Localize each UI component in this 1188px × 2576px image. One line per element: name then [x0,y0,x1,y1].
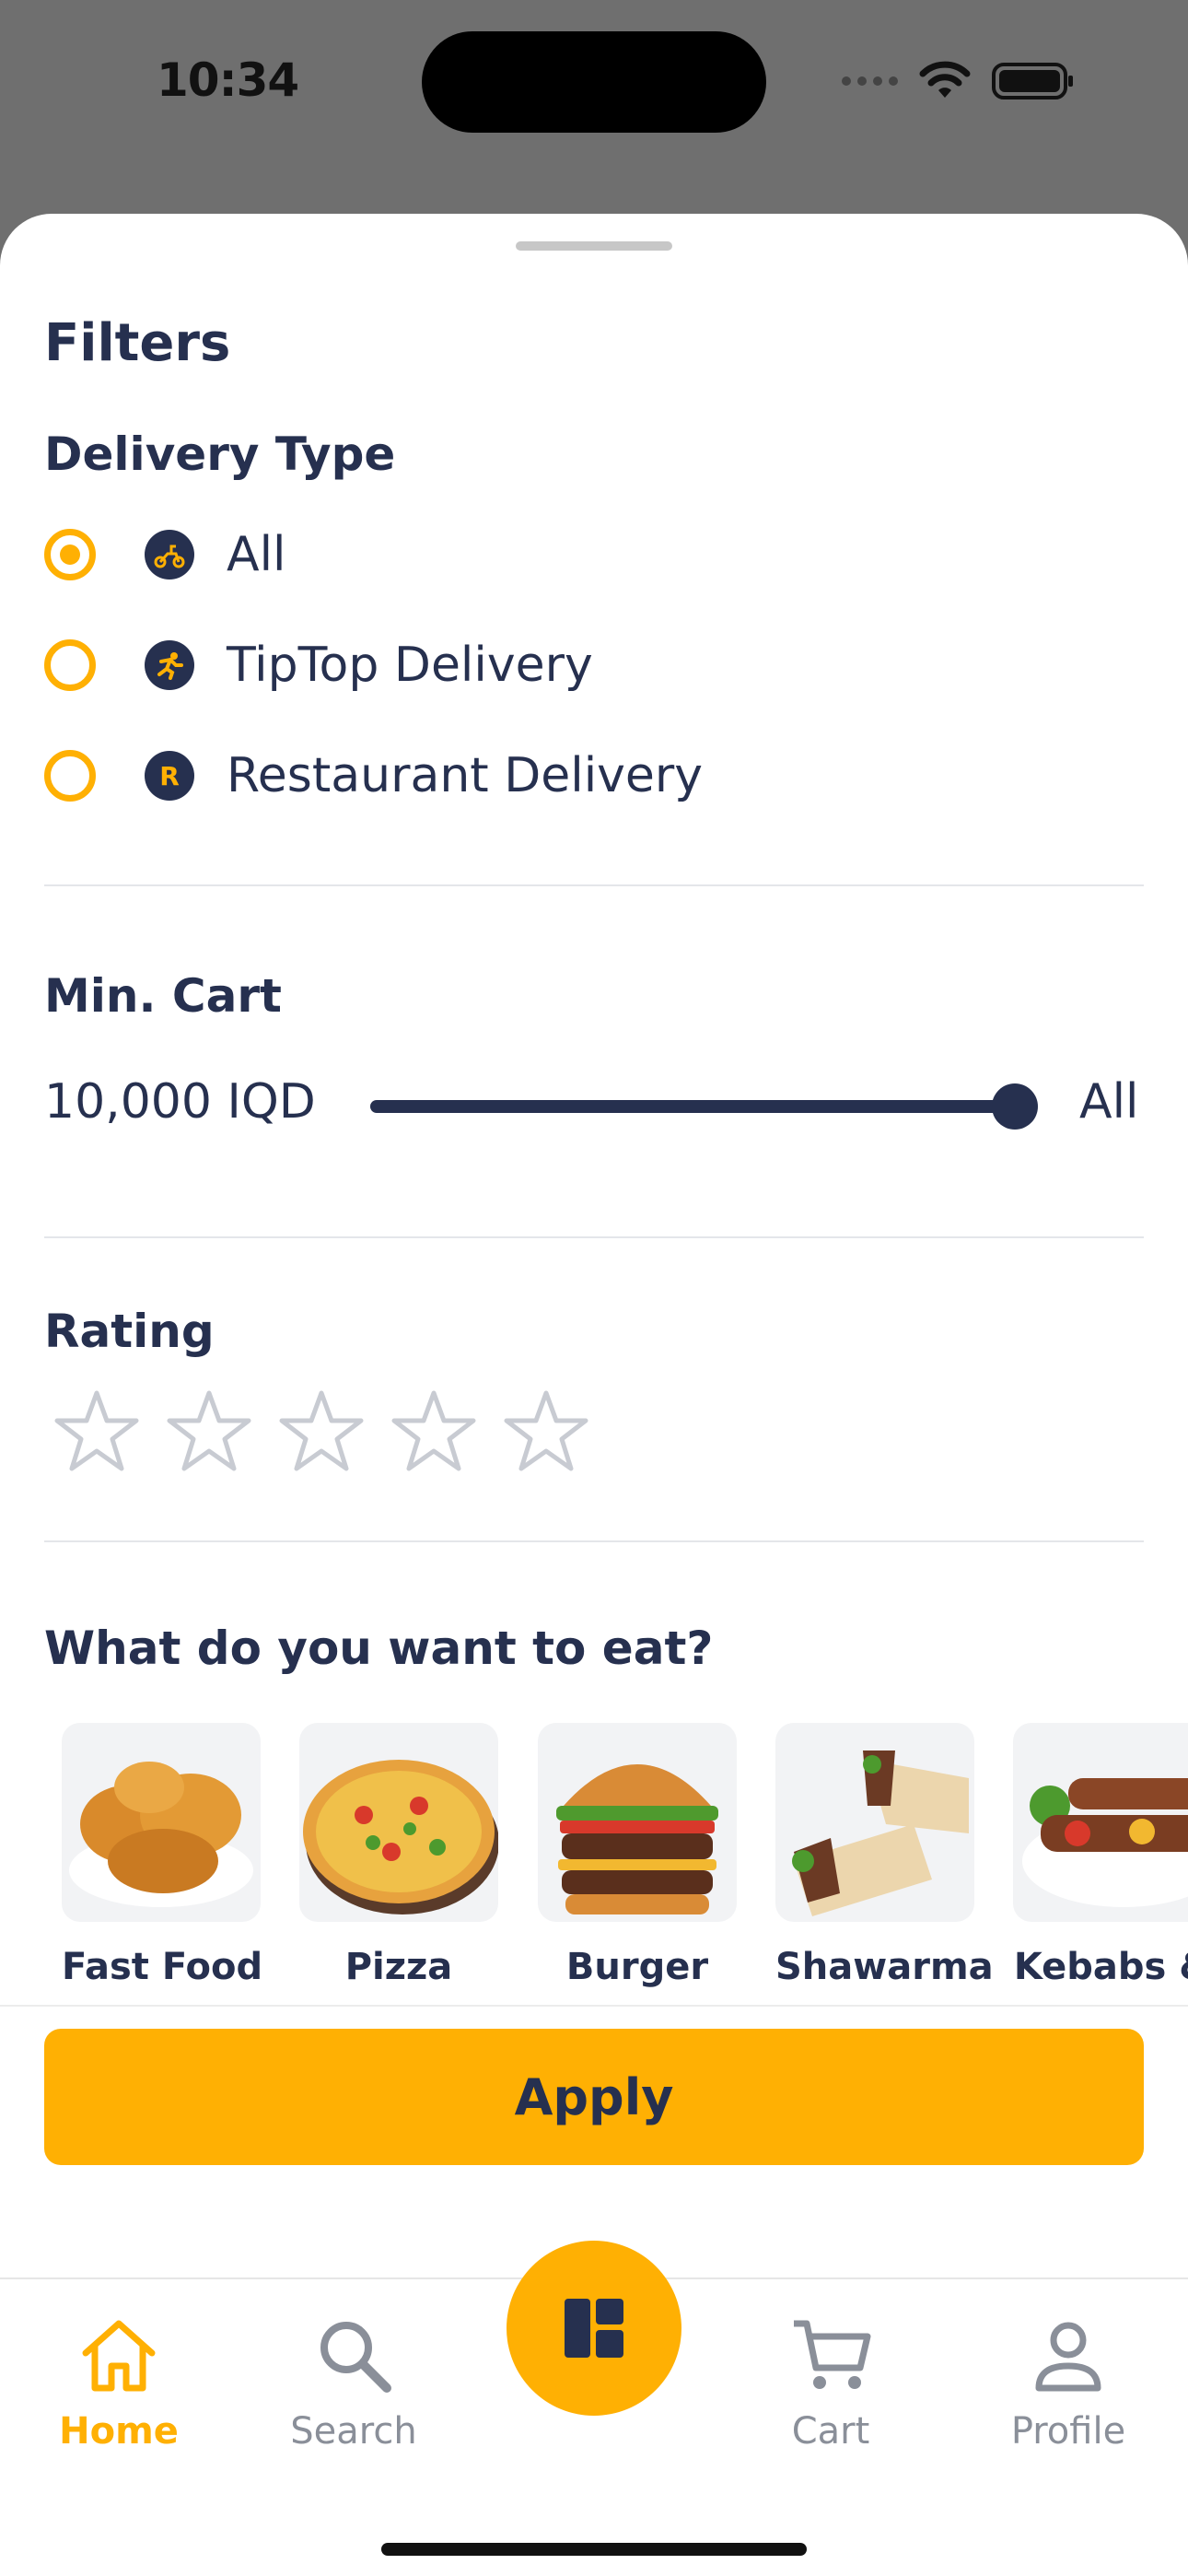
status-icons [842,61,1075,101]
star-icon[interactable] [278,1389,365,1472]
center-action-button[interactable] [507,2241,681,2416]
food-item-pizza[interactable]: Pizza [299,1723,498,1988]
divider [0,2005,1188,2007]
star-icon[interactable] [166,1389,252,1472]
radio-all[interactable] [44,529,96,580]
star-icon[interactable] [390,1389,477,1472]
restaurant-r-icon: R [145,751,194,801]
food-item-label: Burger [565,1946,709,1988]
dynamic-island [422,31,766,133]
apply-button[interactable]: Apply [44,2029,1144,2165]
fried-chicken-image [62,1723,261,1922]
tab-search[interactable]: Search [262,2313,446,2453]
divider [44,884,1144,886]
profile-icon [1035,2322,1101,2392]
status-time: 10:34 [157,53,299,107]
cart-icon [794,2320,871,2389]
tab-cart[interactable]: Cart [739,2313,923,2453]
filters-title: Filters [44,313,231,373]
food-item-kebabs[interactable]: Kebabs & [1013,1723,1188,1988]
sheet-handle[interactable] [516,241,672,251]
food-item-burger[interactable]: Burger [538,1723,737,1988]
tab-profile[interactable]: Profile [976,2313,1160,2453]
tab-label: Cart [791,2410,870,2453]
scooter-icon [145,530,194,580]
rating-title: Rating [44,1305,215,1358]
min-cart-value: 10,000 IQD [44,1074,316,1130]
rating-stars [53,1389,589,1472]
tab-label: Search [290,2410,417,2453]
dashboard-icon [565,2299,623,2358]
food-title: What do you want to eat? [44,1622,714,1675]
min-cart-slider-track[interactable] [370,1100,1015,1113]
food-item-label: Kebabs & [1013,1946,1188,1988]
food-item-fast-food[interactable]: Fast Food [62,1723,263,1988]
food-item-label: Fast Food [62,1946,263,1988]
delivery-option-tiptop[interactable]: TipTop Delivery [227,638,593,693]
min-cart-title: Min. Cart [44,969,282,1023]
radio-restaurant[interactable] [44,750,96,802]
home-indicator [381,2543,807,2556]
divider [44,1236,1144,1238]
runner-icon [145,640,194,690]
signal-icon [842,76,898,86]
delivery-type-title: Delivery Type [44,427,396,481]
delivery-option-restaurant[interactable]: Restaurant Delivery [227,748,703,803]
min-cart-slider-thumb[interactable] [992,1083,1038,1130]
radio-tiptop[interactable] [44,639,96,691]
food-item-label: Shawarma [775,1946,994,1988]
wifi-icon [919,61,971,98]
delivery-option-all[interactable]: All [227,527,285,582]
shawarma-image [775,1723,974,1922]
min-cart-slider-max-label: All [1079,1074,1139,1130]
divider [44,1540,1144,1542]
star-icon[interactable] [53,1389,140,1472]
battery-icon [992,63,1073,100]
tab-label: Profile [1010,2410,1126,2453]
pizza-image [299,1723,498,1922]
tab-label: Home [59,2410,179,2453]
food-item-shawarma[interactable]: Shawarma [775,1723,994,1988]
search-icon [320,2322,391,2393]
burger-image [538,1723,737,1922]
tab-home[interactable]: Home [27,2313,211,2453]
star-icon[interactable] [503,1389,589,1472]
kebabs-image [1013,1723,1188,1922]
food-item-label: Pizza [344,1946,453,1988]
home-icon [82,2320,156,2392]
